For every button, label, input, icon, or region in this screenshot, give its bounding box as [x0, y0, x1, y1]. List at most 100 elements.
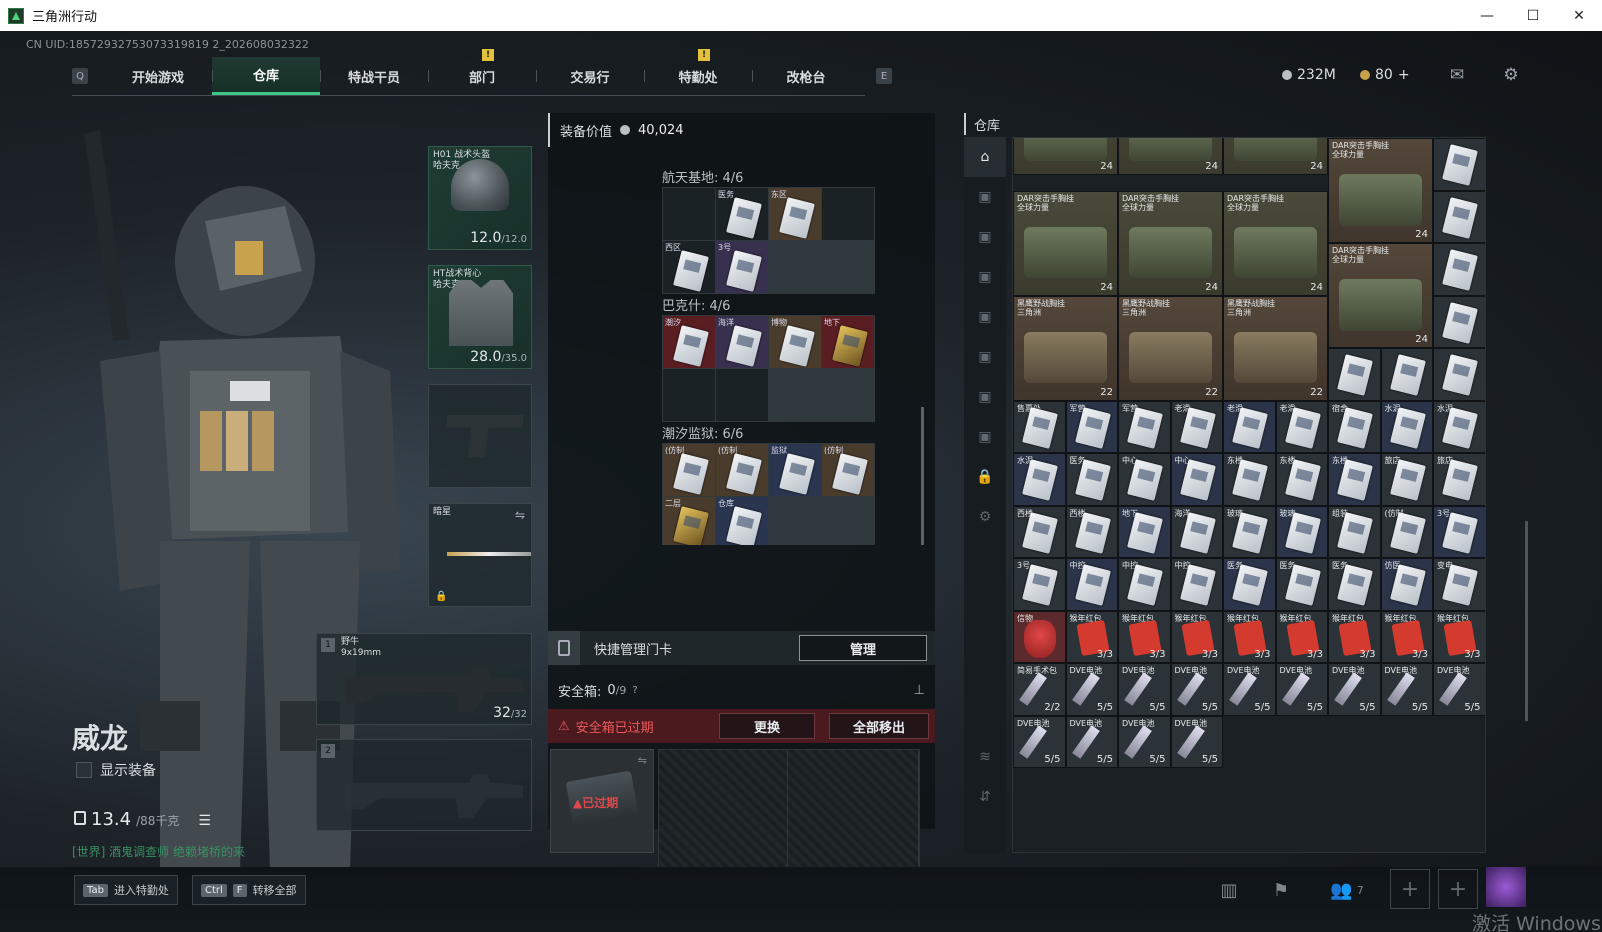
gold-currency[interactable]: 80 +: [1360, 67, 1410, 83]
warehouse-tab-icon[interactable]: ▣: [964, 297, 1006, 337]
chest-rig-item[interactable]: 24: [1118, 138, 1223, 175]
keycard-item[interactable]: 仿医: [1380, 558, 1433, 611]
keycard-slot[interactable]: 地下: [822, 316, 874, 368]
helmet-slot[interactable]: H01 战术头盔 哈夫克 12.0/12.0: [428, 146, 532, 250]
melee-slot[interactable]: 暗星 ⇋ 🔒: [428, 503, 532, 607]
keycard-slot[interactable]: [822, 188, 874, 240]
battery-item[interactable]: DVE电池 5/5: [1170, 663, 1223, 716]
swap-icon[interactable]: ⇋: [638, 754, 647, 767]
chest-rig-item[interactable]: 黑鹰野战胸挂 三角洲 22: [1118, 295, 1223, 401]
keycard-item[interactable]: [1433, 295, 1485, 348]
player-avatar[interactable]: [1486, 867, 1526, 907]
keycard-item[interactable]: 旅店: [1433, 453, 1485, 506]
keycard-scrollbar[interactable]: [921, 407, 924, 545]
keycard-slot[interactable]: 医务: [716, 188, 768, 240]
keycard-slot[interactable]: 东区: [769, 188, 821, 240]
red-packet-item[interactable]: 猴年红包 3/3: [1380, 610, 1433, 663]
keycard-item[interactable]: 中控: [1170, 558, 1223, 611]
checkbox[interactable]: [76, 762, 92, 778]
keycard-slot[interactable]: 3号: [716, 241, 768, 293]
red-packet-item[interactable]: 猴年红包 3/3: [1275, 610, 1328, 663]
red-packet-item[interactable]: 猴年红包 3/3: [1118, 610, 1171, 663]
red-packet-item[interactable]: 猴年红包 3/3: [1433, 610, 1485, 663]
tab-special-ops[interactable]: ! 特勤处: [644, 49, 752, 95]
transfer-all-hint[interactable]: Ctrl F 转移全部: [192, 875, 306, 905]
keycard-item[interactable]: 医务: [1328, 558, 1381, 611]
red-packet-item[interactable]: 猴年红包 3/3: [1328, 610, 1381, 663]
keycard-item[interactable]: 旅店: [1380, 453, 1433, 506]
keycard-slot[interactable]: 西区: [663, 241, 715, 293]
keycard-item[interactable]: 军营: [1118, 400, 1171, 453]
chest-rig-item[interactable]: 黑鹰野战胸挂 三角洲 22: [1223, 295, 1328, 401]
keycard-slot[interactable]: 博物: [769, 316, 821, 368]
battery-item[interactable]: DVE电池 5/5: [1118, 663, 1171, 716]
tab-operators[interactable]: 特战干员: [320, 57, 428, 95]
keycard-item[interactable]: 玻璃: [1275, 505, 1328, 558]
close-button[interactable]: ✕: [1556, 0, 1602, 31]
tab-gunsmith[interactable]: 改枪台: [752, 57, 860, 95]
gear-icon[interactable]: ⚙: [964, 497, 1006, 537]
list-icon[interactable]: ☰: [198, 813, 211, 829]
keycard-slot[interactable]: [716, 369, 768, 421]
warehouse-home-icon[interactable]: ⌂: [964, 137, 1006, 177]
keycard-slot[interactable]: 仓库: [716, 497, 768, 545]
keycard-slot[interactable]: (仿制: [663, 444, 715, 496]
add-currency-button[interactable]: +: [1398, 67, 1410, 83]
chest-rig-item[interactable]: DAR突击手胸挂 全球力量 24: [1118, 190, 1223, 296]
maximize-button[interactable]: ☐: [1510, 0, 1556, 31]
battery-item[interactable]: DVE电池 5/5: [1065, 663, 1118, 716]
keycard-item[interactable]: 3号: [1013, 558, 1066, 611]
keycard-item[interactable]: 变电: [1433, 558, 1485, 611]
keycard-item[interactable]: 老滑: [1223, 400, 1276, 453]
silver-currency[interactable]: 232M: [1282, 67, 1336, 83]
chest-rig-item[interactable]: DAR突击手胸挂 全球力量 24: [1328, 243, 1433, 348]
keycard-item[interactable]: 中心: [1170, 453, 1223, 506]
red-packet-item[interactable]: 猴年红包 3/3: [1065, 610, 1118, 663]
battery-item[interactable]: DVE电池 5/5: [1380, 663, 1433, 716]
add-squad-button[interactable]: +: [1438, 869, 1478, 909]
keycard-slot[interactable]: 潮汐: [663, 316, 715, 368]
warehouse-tab-icon[interactable]: ▣: [964, 417, 1006, 457]
keycard-item[interactable]: 宿舍: [1328, 400, 1381, 453]
keycard-item[interactable]: 水泥: [1013, 453, 1066, 506]
safe-box-item[interactable]: ▲已过期 ⇋: [550, 749, 654, 853]
world-chat-line[interactable]: [世界] 酒鬼调查师 绝赖堵桥的来: [72, 843, 245, 860]
keycard-item[interactable]: 医务: [1065, 453, 1118, 506]
keycard-list[interactable]: 航天基地: 4/6 医务 东区 西区 3号 巴克什: 4/6 潮汐 海洋 博物 …: [552, 147, 930, 545]
friends-icon[interactable]: 👥 7: [1322, 875, 1372, 905]
keycard-item[interactable]: [1433, 348, 1485, 401]
warehouse-tab-icon[interactable]: ▣: [964, 377, 1006, 417]
tab-market[interactable]: 交易行: [536, 57, 644, 95]
battery-item[interactable]: DVE电池 5/5: [1328, 663, 1381, 716]
red-packet-item[interactable]: 猴年红包 3/3: [1223, 610, 1276, 663]
chest-rig-item[interactable]: 黑鹰野战胸挂 三角洲 22: [1013, 295, 1118, 401]
keycard-slot[interactable]: 二层: [663, 497, 715, 545]
chest-rig-item[interactable]: DAR突击手胸挂 全球力量 24: [1328, 138, 1433, 243]
battery-item[interactable]: DVE电池 5/5: [1223, 663, 1276, 716]
keycard-slot[interactable]: (仿制: [822, 444, 874, 496]
token-item[interactable]: 信物: [1013, 610, 1066, 663]
keycard-item[interactable]: [1433, 138, 1485, 191]
show-equipment-toggle[interactable]: 显示装备: [76, 760, 156, 780]
keycard-item[interactable]: 玻璃: [1223, 505, 1276, 558]
tab-start-game[interactable]: 开始游戏: [104, 57, 212, 95]
battery-item[interactable]: DVE电池 5/5: [1433, 663, 1485, 716]
pin-icon[interactable]: ⊥: [914, 683, 925, 698]
keycard-item[interactable]: 水泥: [1380, 400, 1433, 453]
mail-icon[interactable]: ✉: [1446, 65, 1468, 85]
keycard-item[interactable]: [1380, 348, 1433, 401]
warehouse-scrollbar[interactable]: [1525, 521, 1528, 721]
keycard-item[interactable]: 老滑: [1275, 400, 1328, 453]
battery-item[interactable]: DVE电池 5/5: [1013, 715, 1066, 768]
enter-special-ops-hint[interactable]: Tab 进入特勤处: [74, 875, 178, 905]
battery-item[interactable]: DVE电池 5/5: [1065, 715, 1118, 768]
primary-weapon-slot[interactable]: 1 野牛 9x19mm 32/32: [316, 633, 532, 725]
help-icon[interactable]: ?: [632, 685, 637, 696]
pistol-slot[interactable]: [428, 384, 532, 488]
keycard-item[interactable]: 医务: [1223, 558, 1276, 611]
keycard-item[interactable]: 中控: [1118, 558, 1171, 611]
keycard-slot[interactable]: 监狱: [769, 444, 821, 496]
keycard-item[interactable]: (仿制: [1380, 505, 1433, 558]
tab-department[interactable]: ! 部门: [428, 49, 536, 95]
keycard-item[interactable]: 老滑: [1170, 400, 1223, 453]
